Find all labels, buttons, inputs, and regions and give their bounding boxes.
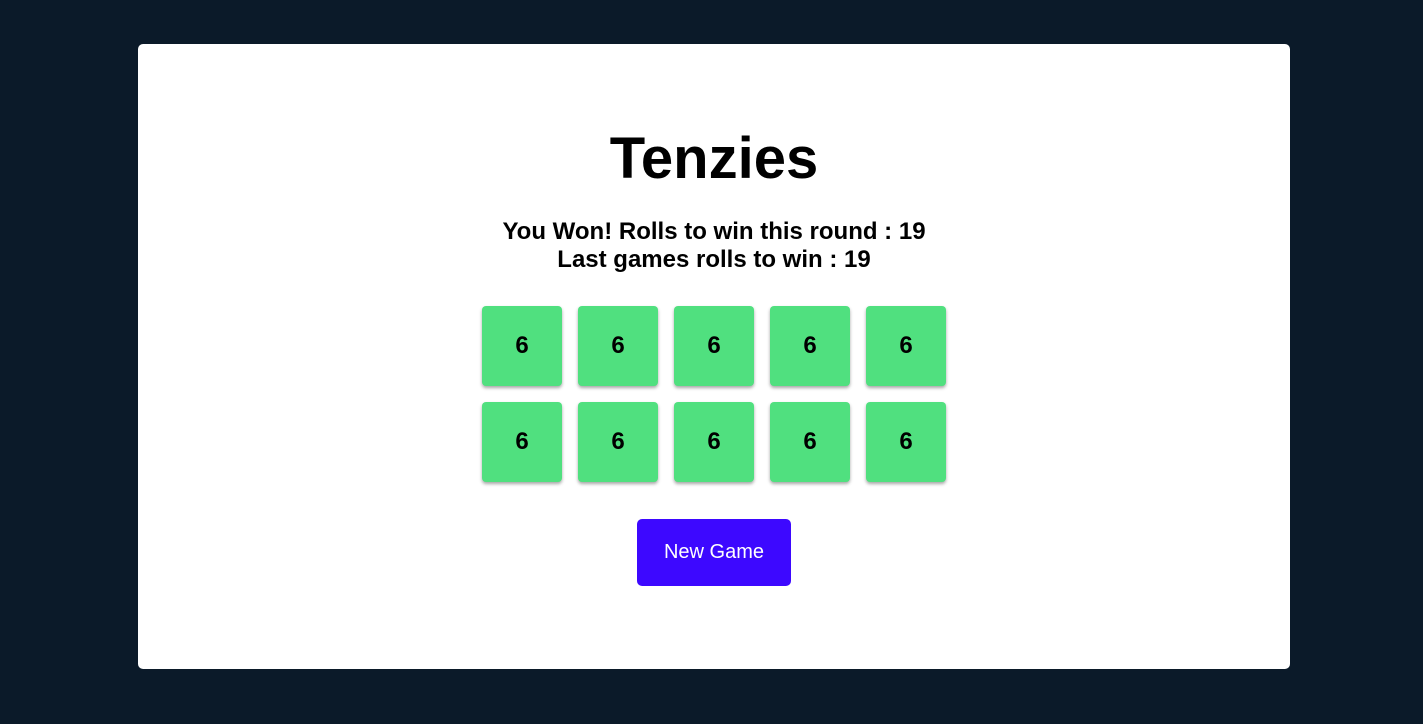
game-title: Tenzies [609,126,819,191]
die-5[interactable]: 6 [866,306,946,386]
game-board: Tenzies You Won! Rolls to win this round… [138,44,1290,669]
die-10[interactable]: 6 [866,402,946,482]
die-7[interactable]: 6 [578,402,658,482]
die-2[interactable]: 6 [578,306,658,386]
current-round-result: You Won! Rolls to win this round : 19 [502,218,926,245]
dice-grid: 6 6 6 6 6 6 6 6 6 6 [482,306,946,482]
die-4[interactable]: 6 [770,306,850,386]
die-8[interactable]: 6 [674,402,754,482]
die-3[interactable]: 6 [674,306,754,386]
die-9[interactable]: 6 [770,402,850,482]
last-game-result: Last games rolls to win : 19 [557,246,871,273]
die-1[interactable]: 6 [482,306,562,386]
die-6[interactable]: 6 [482,402,562,482]
new-game-button[interactable]: New Game [637,519,791,586]
game-status: You Won! Rolls to win this round : 19 La… [138,218,1290,274]
